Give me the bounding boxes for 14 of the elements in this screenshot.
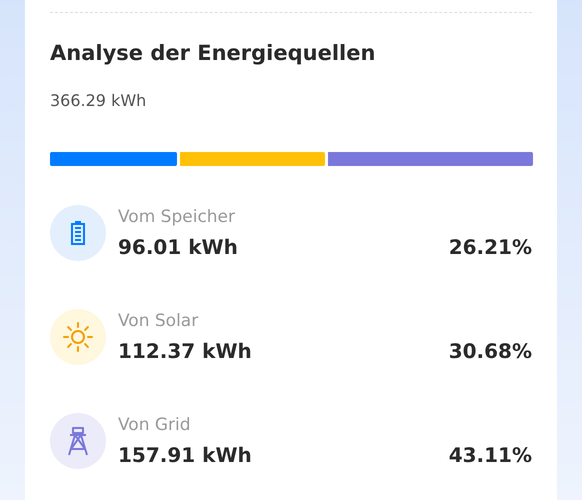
source-energy: 96.01 kWh — [118, 234, 238, 260]
sun-icon — [62, 321, 94, 353]
total-energy: 366.29 kWh — [50, 90, 146, 112]
source-energy: 112.37 kWh — [118, 338, 252, 364]
tower-icon — [67, 426, 89, 456]
source-percent: 30.68% — [448, 338, 532, 364]
source-percent: 26.21% — [448, 234, 532, 260]
section-title: Analyse der Energiequellen — [50, 40, 376, 67]
source-label: Von Solar — [118, 310, 200, 332]
battery-icon — [71, 221, 85, 245]
source-label: Vom Speicher — [118, 206, 236, 228]
source-percent: 43.11% — [448, 442, 532, 468]
source-label: Von Grid — [118, 414, 192, 436]
source-energy: 157.91 kWh — [118, 442, 252, 468]
